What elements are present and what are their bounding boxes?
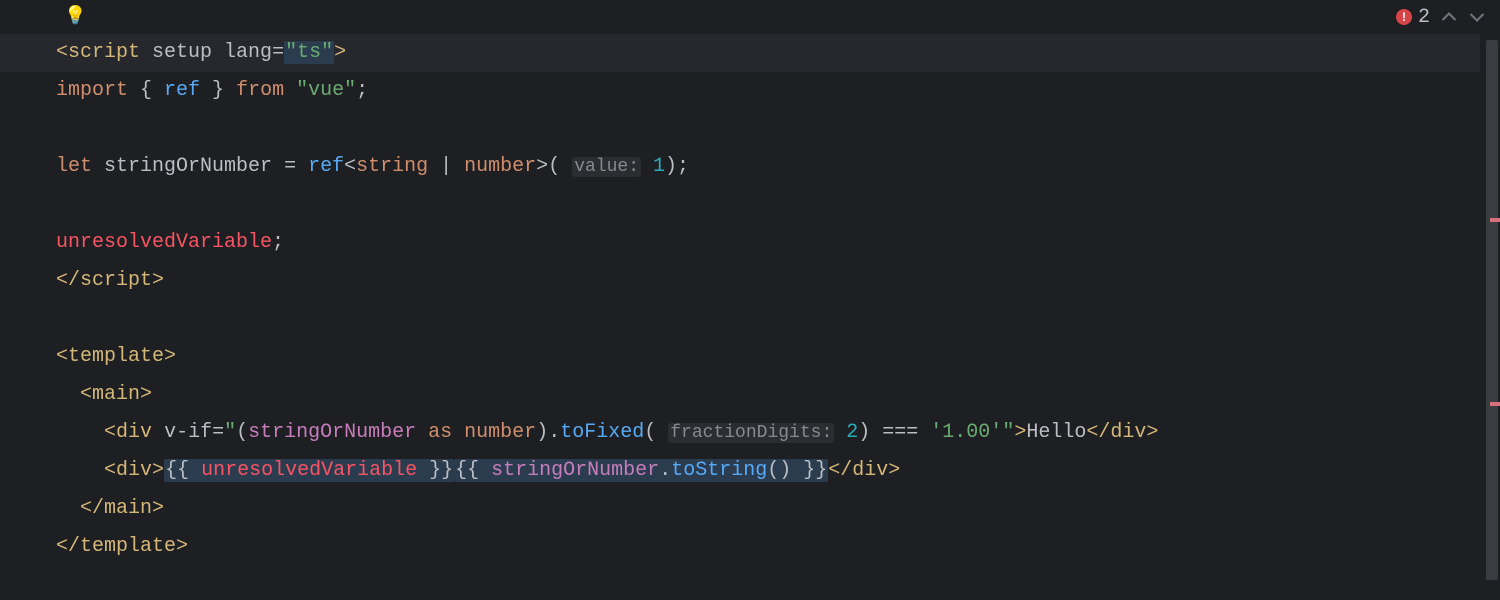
error-marker[interactable]	[1490, 402, 1500, 406]
code-line[interactable]: </template>	[56, 528, 1500, 566]
inspection-widget: ! 2	[1396, 6, 1486, 29]
inlay-hint: fractionDigits:	[668, 423, 834, 443]
error-count-value: 2	[1418, 6, 1430, 29]
code-line[interactable]: </script>	[56, 262, 1500, 300]
code-line[interactable]	[56, 186, 1500, 224]
inlay-hint: value:	[572, 157, 641, 177]
code-line[interactable]	[56, 300, 1500, 338]
code-content[interactable]: <script setup lang="ts"> import { ref } …	[0, 34, 1500, 566]
code-line[interactable]	[56, 110, 1500, 148]
scrollbar-thumb[interactable]	[1486, 40, 1498, 580]
editor-topbar: 💡 ! 2	[0, 0, 1500, 34]
error-token: unresolvedVariable	[56, 231, 272, 254]
error-icon: !	[1396, 9, 1412, 25]
lightbulb-icon[interactable]: 💡	[64, 8, 86, 26]
error-marker[interactable]	[1490, 218, 1500, 222]
code-line[interactable]: <main>	[56, 376, 1500, 414]
error-token: unresolvedVariable	[201, 459, 417, 482]
code-line[interactable]: <div>{{ unresolvedVariable }}{{ stringOr…	[56, 452, 1500, 490]
code-editor[interactable]: 💡 ! 2 <script setup lang="ts"> import { …	[0, 0, 1500, 600]
code-line[interactable]: <script setup lang="ts">	[0, 34, 1480, 72]
error-count-badge[interactable]: ! 2	[1396, 6, 1430, 29]
code-line[interactable]: </main>	[56, 490, 1500, 528]
prev-error-button[interactable]	[1440, 8, 1458, 26]
next-error-button[interactable]	[1468, 8, 1486, 26]
code-line[interactable]: unresolvedVariable;	[56, 224, 1500, 262]
code-line[interactable]: let stringOrNumber = ref<string | number…	[56, 148, 1500, 186]
code-line[interactable]: <template>	[56, 338, 1500, 376]
code-line[interactable]: import { ref } from "vue";	[56, 72, 1500, 110]
code-line[interactable]: <div v-if="(stringOrNumber as number).to…	[56, 414, 1500, 452]
